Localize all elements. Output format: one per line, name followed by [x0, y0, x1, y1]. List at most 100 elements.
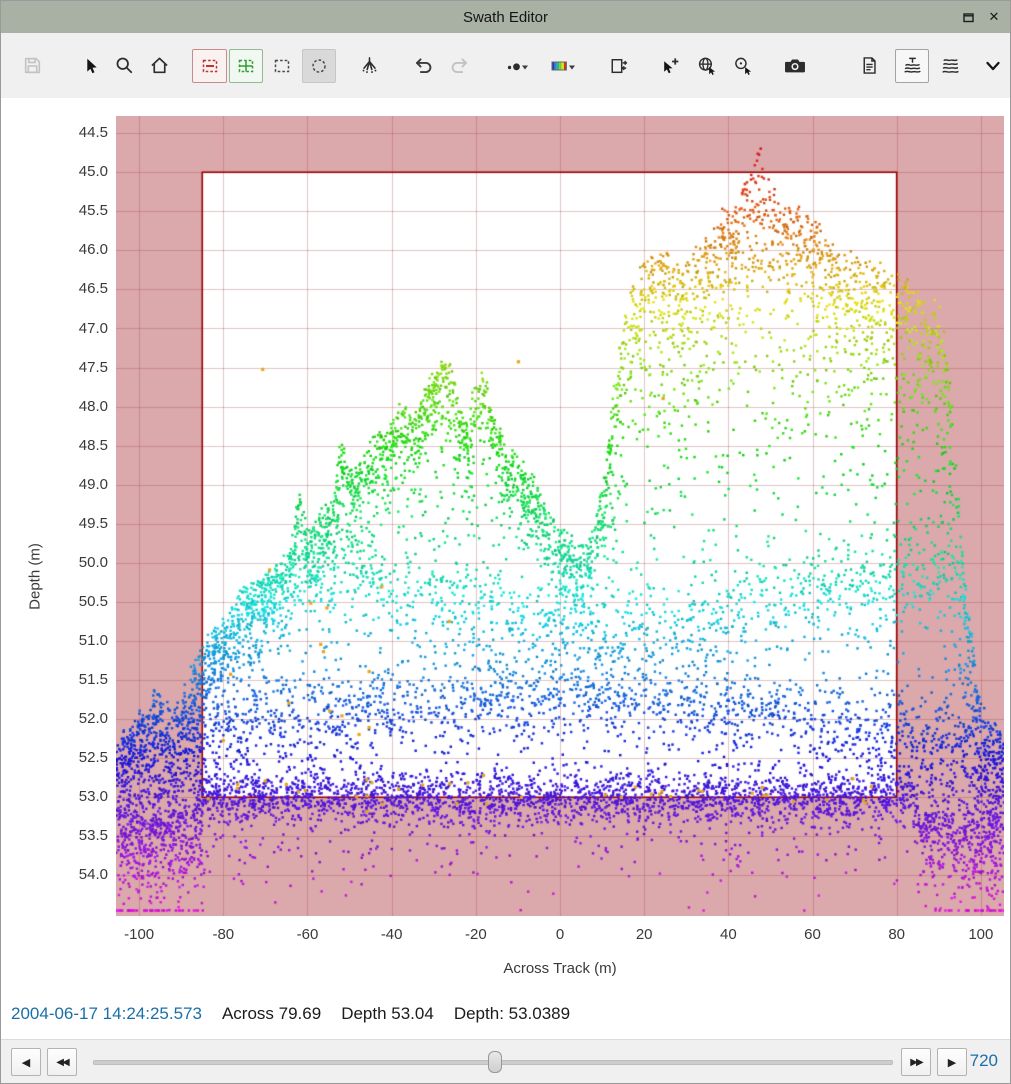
y-tick-label: 53.5 — [56, 827, 108, 844]
redo-icon — [449, 55, 470, 76]
save-icon — [22, 55, 43, 76]
status-across: Across 79.69 — [222, 1004, 321, 1023]
status-timestamp: 2004-06-17 14:24:25.573 — [11, 1004, 202, 1023]
float-window-icon — [962, 11, 975, 24]
camera-icon — [783, 55, 807, 76]
reject-rectangle-icon — [200, 56, 220, 76]
float-window-button[interactable] — [958, 7, 978, 27]
y-tick-label: 50.5 — [56, 593, 108, 610]
x-tick-label: -60 — [277, 926, 337, 943]
color-map-button[interactable] — [541, 49, 585, 83]
snapshot-button[interactable] — [778, 49, 812, 83]
status-depth-precise: Depth: 53.0389 — [454, 1004, 570, 1023]
cursor-select-button[interactable] — [73, 49, 107, 83]
select-ellipse-icon — [309, 56, 329, 76]
swath-profile-view-button[interactable] — [895, 49, 929, 83]
point-size-button[interactable] — [495, 49, 539, 83]
pick-radius-icon — [732, 55, 753, 76]
select-rectangle-icon — [272, 56, 292, 76]
reject-rectangle-button[interactable] — [192, 49, 226, 83]
status-readout: 2004-06-17 14:24:25.573 Across 79.69 Depth… — [11, 1004, 590, 1024]
fast-forward-button[interactable]: ▶▶ — [901, 1048, 931, 1076]
y-tick-label: 46.5 — [56, 280, 108, 297]
window-title: Swath Editor — [463, 9, 548, 26]
y-tick-label: 53.0 — [56, 788, 108, 805]
x-tick-label: 60 — [783, 926, 843, 943]
close-button[interactable]: ✕ — [984, 7, 1004, 27]
x-tick-label: -40 — [362, 926, 422, 943]
titlebar-controls: ✕ — [958, 1, 1004, 33]
ping-number: 720 — [970, 1051, 998, 1071]
left-arrow-icon: ◀ — [22, 1056, 30, 1069]
accept-rectangle-icon — [236, 56, 256, 76]
y-tick-label: 52.0 — [56, 710, 108, 727]
double-right-arrow-icon: ▶▶ — [910, 1057, 921, 1068]
redo-button[interactable] — [443, 49, 477, 83]
flag-toggle-icon — [607, 55, 628, 76]
chevron-down-icon — [983, 56, 1003, 76]
x-tick-label: -100 — [109, 926, 169, 943]
select-rectangle-button[interactable] — [265, 49, 299, 83]
y-tick-label: 45.5 — [56, 202, 108, 219]
x-tick-label: 40 — [698, 926, 758, 943]
y-tick-label: 50.0 — [56, 554, 108, 571]
home-view-button[interactable] — [142, 49, 176, 83]
y-tick-label: 45.0 — [56, 163, 108, 180]
accept-rectangle-button[interactable] — [229, 49, 263, 83]
report-button[interactable] — [853, 49, 887, 83]
chevron-down-icon — [522, 65, 528, 69]
swath-stack-view-button[interactable] — [933, 49, 967, 83]
double-left-arrow-icon: ◀◀ — [56, 1057, 67, 1068]
y-tick-label: 47.5 — [56, 359, 108, 376]
swath-plot-figure: Depth (m) Across Track (m) 44.5 45.0 45.5 4… — [1, 98, 1010, 1039]
select-ellipse-button[interactable] — [302, 49, 336, 83]
x-tick-label: 20 — [614, 926, 674, 943]
y-axis-label: Depth (m) — [27, 507, 44, 647]
spray-filter-icon — [359, 55, 380, 76]
toolbar — [1, 33, 1010, 98]
x-tick-label: 100 — [951, 926, 1011, 943]
y-tick-label: 46.0 — [56, 241, 108, 258]
cursor-icon — [81, 56, 101, 76]
swath-editor-window: Swath Editor ✕ — [0, 0, 1011, 1084]
titlebar[interactable]: Swath Editor ✕ — [1, 1, 1010, 33]
swath-stack-icon — [940, 55, 961, 76]
zoom-button[interactable] — [108, 49, 142, 83]
flag-toggle-button[interactable] — [601, 49, 635, 83]
fast-backward-button[interactable]: ◀◀ — [47, 1048, 77, 1076]
pick-radius-button[interactable] — [726, 49, 760, 83]
y-tick-label: 54.0 — [56, 866, 108, 883]
x-axis-label: Across Track (m) — [410, 960, 710, 977]
y-tick-label: 49.5 — [56, 515, 108, 532]
undo-button[interactable] — [406, 49, 440, 83]
status-depth: Depth 53.04 — [341, 1004, 434, 1023]
y-tick-label: 44.5 — [56, 124, 108, 141]
home-icon — [149, 55, 170, 76]
pick-sounding-button[interactable] — [653, 49, 687, 83]
next-ping-button[interactable]: ▶ — [937, 1048, 967, 1076]
y-tick-label: 48.5 — [56, 437, 108, 454]
x-tick-label: 0 — [530, 926, 590, 943]
pick-geographic-icon — [696, 55, 717, 76]
previous-ping-button[interactable]: ◀ — [11, 1048, 41, 1076]
chevron-down-icon — [569, 65, 575, 69]
report-icon — [859, 55, 880, 76]
more-tools-button[interactable] — [976, 49, 1010, 83]
save-button[interactable] — [15, 49, 49, 83]
spray-filter-button[interactable] — [352, 49, 386, 83]
point-size-icon — [502, 56, 532, 76]
swath-canvas[interactable] — [116, 116, 1004, 916]
ping-slider-handle[interactable] — [488, 1051, 502, 1073]
right-arrow-icon: ▶ — [948, 1056, 956, 1069]
search-icon — [114, 55, 135, 76]
y-tick-label: 48.0 — [56, 398, 108, 415]
swath-profile-icon — [902, 55, 923, 76]
y-tick-label: 51.0 — [56, 632, 108, 649]
pick-geographic-button[interactable] — [689, 49, 723, 83]
ping-navigation-bar: ◀ ◀◀ ▶▶ ▶ 720 — [1, 1039, 1010, 1083]
close-icon: ✕ — [989, 9, 1000, 25]
x-tick-label: -80 — [193, 926, 253, 943]
y-tick-label: 49.0 — [56, 476, 108, 493]
x-tick-label: 80 — [867, 926, 927, 943]
y-tick-label: 52.5 — [56, 749, 108, 766]
